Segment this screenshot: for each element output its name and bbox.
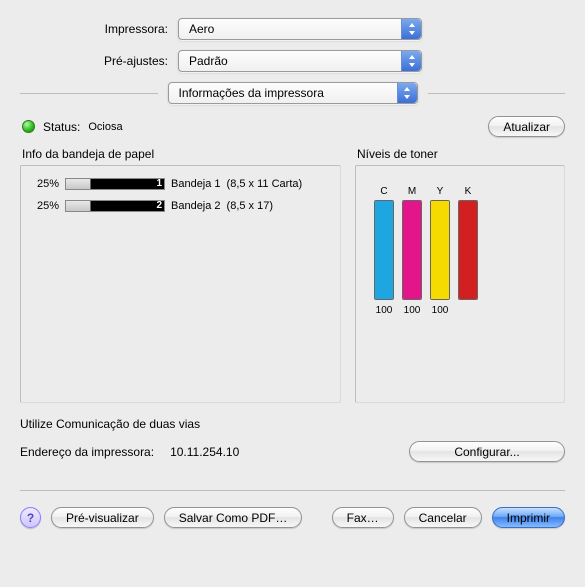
- toner-panel-title: Níveis de toner: [355, 147, 565, 161]
- save-as-pdf-button[interactable]: Salvar Como PDF…: [164, 507, 303, 528]
- presets-value: Padrão: [189, 54, 228, 68]
- toner-col-c: C 100: [374, 186, 394, 316]
- category-dropdown[interactable]: Informações da impressora: [168, 82, 418, 104]
- chevron-updown-icon: [401, 51, 421, 71]
- toner-bar: [458, 200, 478, 300]
- toner-fill: [375, 201, 393, 299]
- toner-col-y: Y 100: [430, 186, 450, 316]
- toner-col-m: M 100: [402, 186, 422, 316]
- category-value: Informações da impressora: [179, 86, 324, 100]
- status-indicator-icon: [22, 120, 35, 133]
- tray-panel: 25% 1 Bandeja 1 (8,5 x 11 Carta) 25% 2 B…: [20, 165, 341, 403]
- tray-name: Bandeja 1: [171, 178, 221, 190]
- toner-value: 100: [404, 305, 421, 316]
- printer-address-value: 10.11.254.10: [170, 445, 239, 459]
- divider: [20, 490, 565, 491]
- preview-button[interactable]: Pré-visualizar: [51, 507, 154, 528]
- toner-col-k: K: [458, 186, 478, 305]
- print-button[interactable]: Imprimir: [492, 507, 565, 528]
- toner-label: M: [408, 186, 416, 197]
- toner-value: 100: [376, 305, 393, 316]
- tray-spec: (8,5 x 11 Carta): [227, 178, 303, 190]
- tray-spec: (8,5 x 17): [227, 200, 273, 212]
- tray-bar: 2: [65, 200, 165, 212]
- tray-fill: [66, 201, 91, 211]
- toner-label: C: [380, 186, 387, 197]
- status-value: Ociosa: [88, 121, 122, 133]
- toner-fill: [459, 201, 477, 299]
- tray-bar: 1: [65, 178, 165, 190]
- configure-button[interactable]: Configurar...: [409, 441, 565, 462]
- presets-dropdown[interactable]: Padrão: [178, 50, 422, 72]
- tray-name: Bandeja 2: [171, 200, 221, 212]
- toner-bar: [430, 200, 450, 300]
- toner-chart: C 100 M 100 Y 100 K: [364, 178, 556, 316]
- chevron-updown-icon: [401, 19, 421, 39]
- toner-value: 100: [432, 305, 449, 316]
- divider: [20, 93, 158, 94]
- printer-dropdown[interactable]: Aero: [178, 18, 422, 40]
- toner-label: Y: [437, 186, 444, 197]
- status-label: Status:: [43, 120, 80, 134]
- tray-pct: 25%: [29, 178, 59, 190]
- toner-bar: [402, 200, 422, 300]
- tray-number: 1: [156, 178, 162, 189]
- twoway-title: Utilize Comunicação de duas vias: [20, 417, 565, 431]
- printer-address-label: Endereço da impressora:: [20, 445, 154, 459]
- divider: [428, 93, 566, 94]
- toner-bar: [374, 200, 394, 300]
- toner-panel: C 100 M 100 Y 100 K: [355, 165, 565, 403]
- cancel-button[interactable]: Cancelar: [404, 507, 482, 528]
- printer-label: Impressora:: [20, 22, 178, 36]
- help-button[interactable]: ?: [20, 507, 41, 528]
- tray-fill: [66, 179, 91, 189]
- refresh-button[interactable]: Atualizar: [488, 116, 565, 137]
- tray-pct: 25%: [29, 200, 59, 212]
- fax-button[interactable]: Fax…: [332, 507, 394, 528]
- chevron-updown-icon: [397, 83, 417, 103]
- toner-fill: [403, 201, 421, 299]
- printer-value: Aero: [189, 22, 214, 36]
- toner-fill: [431, 201, 449, 299]
- tray-number: 2: [156, 200, 162, 211]
- toner-label: K: [465, 186, 472, 197]
- presets-label: Pré-ajustes:: [20, 54, 178, 68]
- tray-row: 25% 2 Bandeja 2 (8,5 x 17): [29, 200, 332, 212]
- tray-row: 25% 1 Bandeja 1 (8,5 x 11 Carta): [29, 178, 332, 190]
- tray-panel-title: Info da bandeja de papel: [20, 147, 341, 161]
